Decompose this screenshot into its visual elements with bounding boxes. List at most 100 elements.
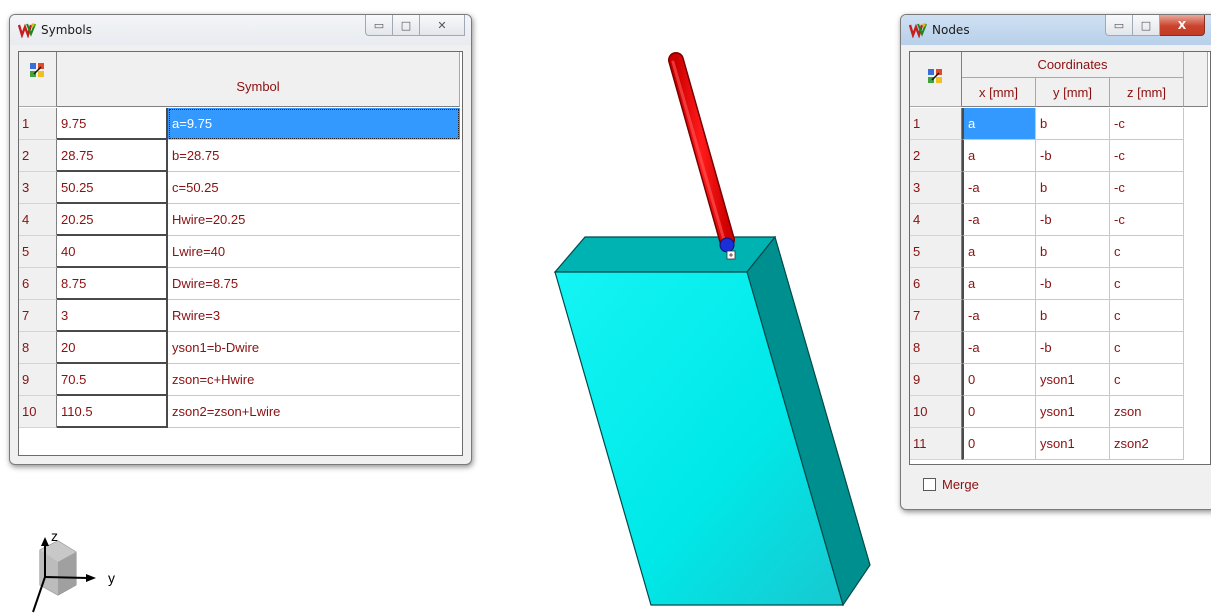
symbol-expression-cell[interactable]: c=50.25 (168, 172, 460, 204)
symbols-grid[interactable]: Symbol 1 9.75 a=9.75 2 28.75 b=28.75 3 50.25 c=5… (18, 51, 463, 456)
symbol-value-cell[interactable]: 8.75 (57, 268, 168, 300)
symbol-expression-cell[interactable]: yson1=b-Dwire (168, 332, 460, 364)
symbols-row-number[interactable]: 5 (19, 236, 57, 268)
symbols-minimize-button[interactable]: ▭ (365, 15, 393, 36)
viewport-canvas[interactable]: z y Symbols ▭ □ ✕ Symbol 1 9.75 a=9.75 2… (0, 0, 1211, 616)
node-z-cell[interactable]: c (1110, 364, 1184, 396)
node-row-number[interactable]: 3 (910, 172, 962, 204)
node-row-number[interactable]: 2 (910, 140, 962, 172)
symbol-value-cell[interactable]: 40 (57, 236, 168, 268)
nodes-grid[interactable]: Coordinates x [mm] y [mm] z [mm] 1 a b -c 2 a… (909, 51, 1211, 465)
merge-checkbox[interactable] (923, 478, 936, 491)
symbols-maximize-button[interactable]: □ (393, 15, 420, 36)
symbol-value-cell[interactable]: 20.25 (57, 204, 168, 236)
node-row-number[interactable]: 8 (910, 332, 962, 364)
node-row-number[interactable]: 5 (910, 236, 962, 268)
nodes-window[interactable]: Nodes ▭ □ X Coordinates x [mm] y [mm] z … (900, 14, 1211, 510)
nodes-minimize-button[interactable]: ▭ (1105, 15, 1133, 36)
symbols-row-number[interactable]: 9 (19, 364, 57, 396)
coordinates-group-header[interactable]: Coordinates (962, 52, 1184, 78)
node-y-cell[interactable]: yson1 (1036, 396, 1110, 428)
symbols-row-number[interactable]: 7 (19, 300, 57, 332)
symbols-column-header[interactable]: Symbol (57, 52, 460, 107)
symbols-window[interactable]: Symbols ▭ □ ✕ Symbol 1 9.75 a=9.75 2 28.… (9, 14, 472, 465)
node-z-cell[interactable]: c (1110, 332, 1184, 364)
symbol-expression-cell[interactable]: b=28.75 (168, 140, 460, 172)
node-row-number[interactable]: 7 (910, 300, 962, 332)
node-x-cell[interactable]: a (962, 236, 1036, 268)
symbol-expression-cell[interactable]: zson2=zson+Lwire (168, 396, 460, 428)
node-y-cell[interactable]: b (1036, 236, 1110, 268)
node-z-cell[interactable]: c (1110, 268, 1184, 300)
symbol-value-cell[interactable]: 9.75 (57, 108, 168, 140)
symbols-close-button[interactable]: ✕ (420, 15, 465, 36)
node-x-cell[interactable]: -a (962, 172, 1036, 204)
symbols-titlebar[interactable]: Symbols ▭ □ ✕ (10, 15, 471, 45)
symbol-value-cell[interactable]: 28.75 (57, 140, 168, 172)
node-y-cell[interactable]: -b (1036, 140, 1110, 172)
symbols-row-number[interactable]: 1 (19, 108, 57, 140)
node-y-cell[interactable]: yson1 (1036, 428, 1110, 460)
node-z-cell[interactable]: -c (1110, 204, 1184, 236)
node-y-cell[interactable]: -b (1036, 332, 1110, 364)
node-z-cell[interactable]: zson (1110, 396, 1184, 428)
symbol-expression-cell[interactable]: zson=c+Hwire (168, 364, 460, 396)
symbol-expression-cell[interactable]: a=9.75 (168, 108, 460, 140)
node-row-number[interactable]: 4 (910, 204, 962, 236)
symbol-value-cell[interactable]: 3 (57, 300, 168, 332)
node-x-cell[interactable]: a (962, 108, 1036, 140)
node-y-cell[interactable]: b (1036, 108, 1110, 140)
symbol-value-cell[interactable]: 20 (57, 332, 168, 364)
node-x-cell[interactable]: -a (962, 300, 1036, 332)
node-row-number[interactable]: 10 (910, 396, 962, 428)
grid-settings-icon[interactable] (927, 68, 943, 84)
column-header-x[interactable]: x [mm] (962, 78, 1036, 107)
nodes-maximize-button[interactable]: □ (1133, 15, 1160, 36)
symbols-row-number[interactable]: 10 (19, 396, 57, 428)
node-x-cell[interactable]: 0 (962, 428, 1036, 460)
node-row-number[interactable]: 11 (910, 428, 962, 460)
node-x-cell[interactable]: 0 (962, 396, 1036, 428)
symbols-row-number[interactable]: 2 (19, 140, 57, 172)
node-x-cell[interactable]: -a (962, 332, 1036, 364)
merge-option[interactable]: Merge (923, 477, 979, 492)
node-row-number[interactable]: 1 (910, 108, 962, 140)
symbol-value-cell[interactable]: 110.5 (57, 396, 168, 428)
node-z-cell[interactable]: c (1110, 236, 1184, 268)
axes-triad[interactable] (32, 537, 96, 613)
symbols-row-number[interactable]: 6 (19, 268, 57, 300)
node-z-cell[interactable]: -c (1110, 140, 1184, 172)
node-x-cell[interactable]: a (962, 140, 1036, 172)
symbols-grid-corner[interactable] (19, 52, 57, 107)
symbol-expression-cell[interactable]: Hwire=20.25 (168, 204, 460, 236)
node-row-number[interactable]: 6 (910, 268, 962, 300)
nodes-grid-corner[interactable] (910, 52, 962, 107)
node-x-cell[interactable]: a (962, 268, 1036, 300)
node-y-cell[interactable]: b (1036, 300, 1110, 332)
symbol-expression-cell[interactable]: Lwire=40 (168, 236, 460, 268)
symbol-expression-cell[interactable]: Rwire=3 (168, 300, 460, 332)
node-y-cell[interactable]: -b (1036, 204, 1110, 236)
node-x-cell[interactable]: -a (962, 204, 1036, 236)
symbols-row-number[interactable]: 4 (19, 204, 57, 236)
node-z-cell[interactable]: -c (1110, 172, 1184, 204)
node-z-cell[interactable]: c (1110, 300, 1184, 332)
grid-settings-icon[interactable] (29, 62, 45, 78)
symbols-row-number[interactable]: 8 (19, 332, 57, 364)
node-z-cell[interactable]: zson2 (1110, 428, 1184, 460)
node-row-number[interactable]: 9 (910, 364, 962, 396)
column-header-y[interactable]: y [mm] (1036, 78, 1110, 107)
node-y-cell[interactable]: yson1 (1036, 364, 1110, 396)
symbol-value-cell[interactable]: 70.5 (57, 364, 168, 396)
node-x-cell[interactable]: 0 (962, 364, 1036, 396)
symbol-value-cell[interactable]: 50.25 (57, 172, 168, 204)
symbols-row-number[interactable]: 3 (19, 172, 57, 204)
nodes-titlebar[interactable]: Nodes ▭ □ X (901, 15, 1211, 45)
nodes-close-button[interactable]: X (1160, 15, 1205, 36)
node-y-cell[interactable]: -b (1036, 268, 1110, 300)
symbol-expression-cell[interactable]: Dwire=8.75 (168, 268, 460, 300)
node-z-cell[interactable]: -c (1110, 108, 1184, 140)
column-header-z[interactable]: z [mm] (1110, 78, 1184, 107)
node-y-cell[interactable]: b (1036, 172, 1110, 204)
feed-point[interactable] (719, 237, 735, 253)
